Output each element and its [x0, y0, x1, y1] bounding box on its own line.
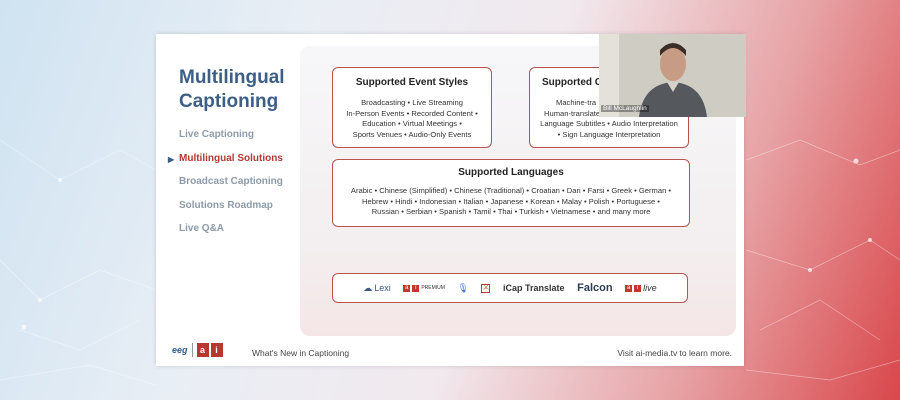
nav-label: Live Q&A — [179, 223, 225, 234]
play-marker-icon: ▶ — [168, 154, 175, 164]
box-line: In-Person Events • Recorded Content • — [346, 108, 478, 118]
nav-label: Solutions Roadmap — [179, 199, 273, 211]
ai-logo-a: a — [196, 343, 209, 357]
speaker-name-label: Bill McLaughlin — [601, 105, 649, 112]
logo-label: live — [643, 283, 657, 293]
nav-item-broadcast-captioning[interactable]: Broadcast Captioning — [168, 175, 308, 199]
eeg-logo: eeg — [172, 345, 188, 355]
microphone-icon: 🎙 — [457, 282, 469, 293]
nav-item-solutions-roadmap[interactable]: Solutions Roadmap — [168, 199, 308, 223]
footer-right-text: Visit ai-media.tv to learn more. — [617, 348, 732, 358]
box-line: Hebrew • Hindi • Indonesian • Italian • … — [362, 196, 660, 206]
nav-item-live-qa[interactable]: Live Q&A — [168, 222, 308, 246]
product-logos-box: ☁ Lexi a i PREMIUM 🎙 文 iCap Translate Falco… — [332, 273, 688, 303]
nav-item-live-captioning[interactable]: Live Captioning — [168, 128, 308, 152]
languages-box: Supported Languages Arabic • Chinese (Si… — [332, 159, 690, 227]
nav-item-multilingual-solutions[interactable]: ▶ Multilingual Solutions — [168, 152, 308, 176]
icap-icon: iCap Translate — [503, 283, 565, 293]
box-body: Arabic • Chinese (Simplified) • Chinese … — [333, 186, 689, 218]
box-line: Arabic • Chinese (Simplified) • Chinese … — [350, 186, 672, 195]
box-title: Supported Event Styles — [355, 77, 469, 88]
box-line: Education • Virtual Meetings • — [362, 119, 462, 128]
box-line: Language Subtitles • Audio Interpretatio… — [540, 119, 678, 128]
slide-nav: Live Captioning ▶ Multilingual Solutions … — [168, 128, 308, 246]
nav-label: Live Captioning — [179, 129, 254, 140]
box-line: • Sign Language Interpretation — [557, 129, 661, 139]
ai-live-icon: a i live — [625, 283, 657, 293]
lexi-cloud-icon: ☁ Lexi — [363, 282, 391, 294]
box-line: Russian • Serbian • Spanish • Tamil • Th… — [371, 207, 651, 216]
box-body: Broadcasting • Live Streaming In-Person … — [333, 98, 491, 140]
nav-label: Multilingual Solutions — [179, 152, 283, 164]
ai-logo-i: i — [210, 343, 223, 357]
box-line: Broadcasting • Live Streaming — [361, 98, 463, 107]
slide-title: Multilingual Captioning — [179, 67, 285, 112]
event-styles-box: Supported Event Styles Broadcasting • Li… — [332, 67, 492, 148]
box-title: Supported Languages — [458, 167, 564, 178]
translate-icon: 文 — [481, 283, 491, 293]
divider — [191, 343, 193, 357]
logo-label: iCap Translate — [503, 283, 565, 293]
speaker-video-thumbnail[interactable]: Bill McLaughlin — [599, 34, 746, 117]
footer-center-text: What's New in Captioning — [252, 348, 350, 358]
falcon-icon: Falcon — [577, 282, 612, 294]
ai-media-logo: a i — [196, 343, 223, 357]
box-line: Sports Venues • Audio-Only Events — [352, 129, 472, 139]
nav-label: Broadcast Captioning — [179, 176, 283, 187]
logo-label: Falcon — [577, 282, 613, 294]
logo-label: PREMIUM — [421, 285, 445, 291]
logo-label: Lexi — [374, 283, 391, 293]
ai-premium-icon: a i PREMIUM — [403, 284, 445, 292]
footer-brand-logos: eeg a i — [172, 343, 223, 357]
